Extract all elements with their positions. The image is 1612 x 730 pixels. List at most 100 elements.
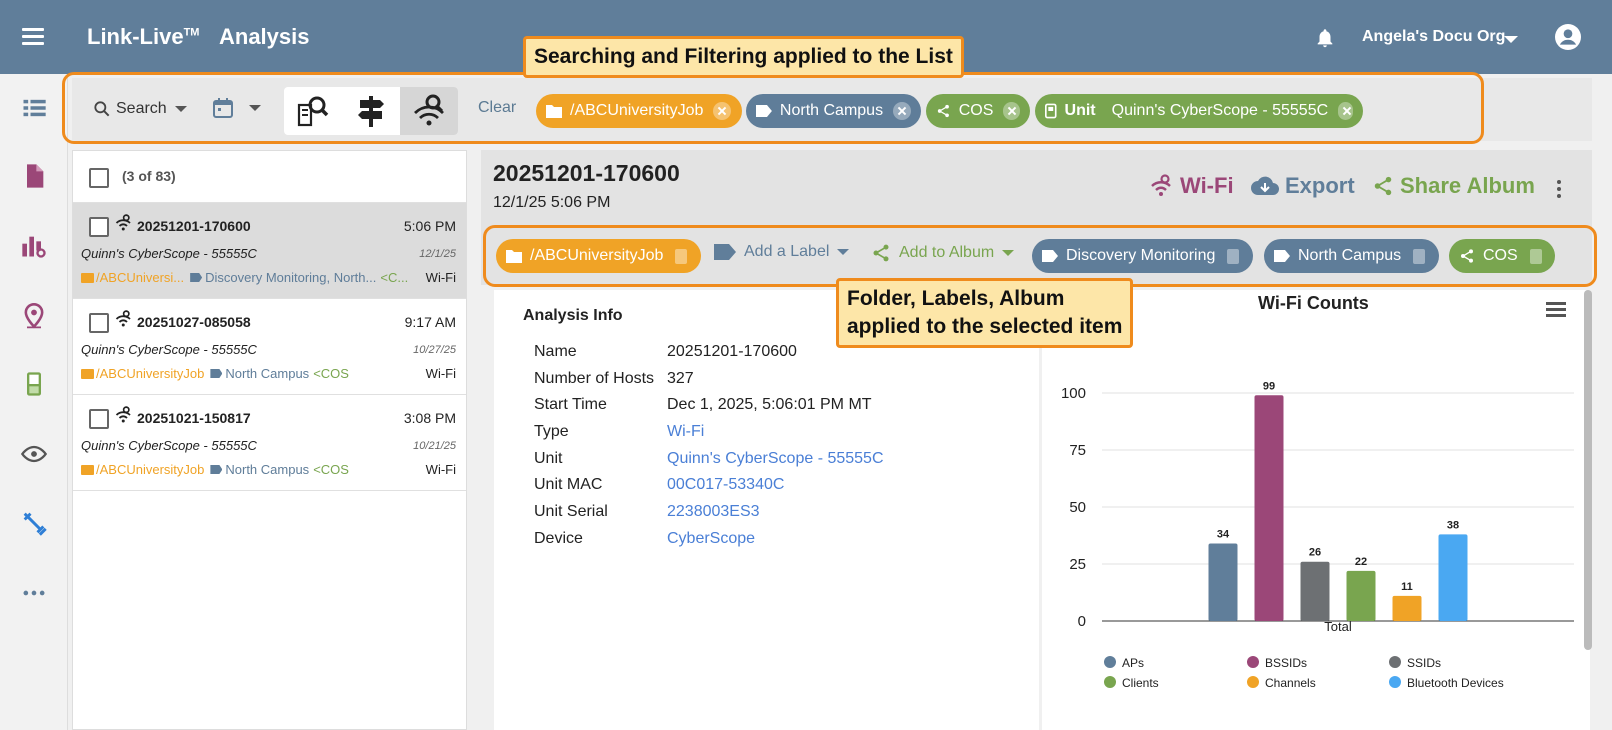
select-all-checkbox[interactable]	[89, 168, 109, 188]
chart-menu-icon[interactable]	[1546, 302, 1566, 320]
export-button[interactable]: Export	[1251, 173, 1355, 199]
row-title: 20251021-150817	[137, 410, 251, 426]
more-actions-icon[interactable]	[1557, 180, 1561, 201]
list-icon[interactable]	[20, 94, 48, 122]
legend-label: SSIDs	[1407, 656, 1441, 670]
wifi-action-button[interactable]: Wi-Fi	[1150, 173, 1234, 199]
chart-title: Wi-Fi Counts	[1258, 293, 1369, 313]
more-icon[interactable]	[20, 579, 48, 607]
info-value: Dec 1, 2025, 5:06:01 PM MT	[667, 396, 872, 413]
org-selector[interactable]: Angela's Docu Org	[1362, 28, 1505, 46]
wifi-search-icon	[115, 214, 131, 231]
row-time: 3:08 PM	[403, 410, 456, 426]
row-title: 20251201-170600	[137, 218, 251, 234]
org-dropdown-icon[interactable]	[1504, 36, 1518, 43]
left-nav	[0, 74, 68, 730]
folder-icon	[81, 368, 94, 379]
wifi-search-icon	[115, 310, 131, 327]
info-value: 20251201-170600	[667, 343, 797, 360]
info-label: Device	[534, 530, 583, 547]
info-link[interactable]: 00C017-53340C	[667, 476, 784, 494]
wifi-search-icon	[1151, 174, 1171, 196]
legend-marker	[1247, 676, 1259, 688]
share-icon: <	[313, 366, 321, 381]
item-tags-callout: Folder, Labels, Album applied to the sel…	[836, 278, 1134, 348]
share-album-button[interactable]: Share Album	[1372, 173, 1535, 199]
row-date: 12/1/25	[419, 248, 456, 260]
legend-marker	[1389, 656, 1401, 668]
info-label: Number of Hosts	[534, 370, 655, 387]
bar-ssids	[1300, 561, 1330, 621]
row-unit: Quinn's CyberScope - 55555C	[81, 342, 257, 357]
info-link[interactable]: Wi-Fi	[667, 423, 704, 441]
list-item[interactable]: 20251201-170600 5:06 PM Quinn's CyberSco…	[73, 203, 466, 299]
hamburger-menu-icon[interactable]	[22, 28, 44, 46]
detail-title: 20251201-170600	[493, 160, 680, 186]
list-item[interactable]: 20251027-085058 9:17 AM Quinn's CyberSco…	[73, 299, 466, 395]
label-icon	[190, 273, 203, 282]
row-unit: Quinn's CyberScope - 55555C	[81, 438, 257, 453]
tools-icon[interactable]	[20, 509, 48, 537]
detail-scrollbar[interactable]	[1584, 290, 1592, 650]
bar-bssids	[1254, 395, 1284, 621]
legend-label: APs	[1122, 656, 1144, 670]
document-icon[interactable]	[20, 162, 48, 190]
row-time: 9:17 AM	[404, 314, 456, 330]
filter-highlight-box	[62, 72, 1484, 144]
unit-device-icon[interactable]	[20, 370, 48, 398]
eye-icon[interactable]	[20, 440, 48, 468]
data-label: 22	[1355, 556, 1367, 568]
list-count: (3 of 83)	[122, 168, 176, 184]
data-label: 34	[1217, 528, 1230, 540]
info-link[interactable]: CyberScope	[667, 530, 755, 548]
legend-marker	[1104, 656, 1116, 668]
notification-bell-icon[interactable]	[1314, 26, 1336, 50]
filter-callout: Searching and Filtering applied to the L…	[523, 36, 964, 78]
row-date: 10/21/25	[413, 440, 456, 452]
info-value: 327	[667, 370, 694, 387]
folder-icon	[81, 272, 94, 283]
row-type: Wi-Fi	[425, 462, 456, 477]
y-tick-label: 50	[1069, 499, 1086, 516]
bar-clients	[1346, 570, 1376, 621]
account-icon[interactable]	[1555, 24, 1581, 50]
row-checkbox[interactable]	[89, 313, 109, 333]
info-link[interactable]: Quinn's CyberScope - 55555C	[667, 450, 884, 468]
row-date: 10/27/25	[413, 344, 456, 356]
analysis-list: (3 of 83) 20251201-170600 5:06 PM Quinn'…	[72, 150, 467, 730]
row-unit: Quinn's CyberScope - 55555C	[81, 246, 257, 261]
row-type: Wi-Fi	[425, 270, 456, 285]
label-icon	[210, 369, 223, 378]
legend-label: BSSIDs	[1265, 656, 1307, 670]
data-label: 38	[1447, 519, 1459, 531]
row-type: Wi-Fi	[425, 366, 456, 381]
list-item[interactable]: 20251021-150817 3:08 PM Quinn's CyberSco…	[73, 395, 466, 491]
app-name[interactable]: Link-LiveTM	[87, 24, 199, 50]
row-title: 20251027-085058	[137, 314, 251, 330]
info-label: Start Time	[534, 396, 607, 413]
y-tick-label: 100	[1061, 385, 1086, 402]
row-checkbox[interactable]	[89, 217, 109, 237]
y-tick-label: 25	[1069, 556, 1086, 573]
info-label: Unit	[534, 450, 563, 467]
x-axis-label: Total	[1324, 619, 1352, 634]
legend-label: Bluetooth Devices	[1407, 676, 1504, 690]
info-label: Type	[534, 423, 569, 440]
row-checkbox[interactable]	[89, 409, 109, 429]
location-pin-icon[interactable]	[20, 302, 48, 330]
data-label: 11	[1401, 581, 1413, 593]
cloud-download-icon	[1251, 176, 1279, 195]
info-link[interactable]: 2238003ES3	[667, 503, 760, 521]
reports-icon[interactable]	[20, 232, 48, 260]
share-icon	[1374, 176, 1392, 196]
y-tick-label: 0	[1078, 613, 1086, 630]
y-tick-label: 75	[1069, 442, 1086, 459]
share-icon: <	[313, 462, 321, 477]
legend-marker	[1104, 676, 1116, 688]
folder-icon	[81, 464, 94, 475]
share-icon: <	[380, 270, 388, 285]
row-tags: /ABCUniversi... Discovery Monitoring, No…	[81, 270, 408, 285]
analysis-info-title: Analysis Info	[523, 307, 623, 324]
detail-subtitle: 12/1/25 5:06 PM	[493, 194, 611, 211]
row-time: 5:06 PM	[403, 218, 456, 234]
